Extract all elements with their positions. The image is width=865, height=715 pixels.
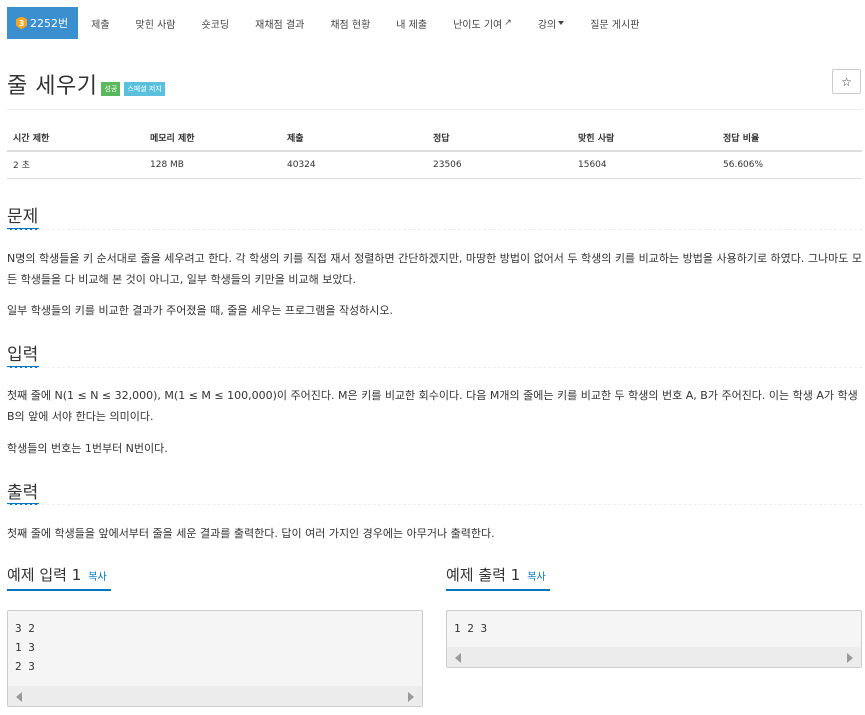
favorite-star-button[interactable]: ☆ (832, 69, 861, 94)
horizontal-scrollbar[interactable] (8, 686, 422, 706)
description-paragraph: 일부 학생들의 키를 비교한 결과가 주어졌을 때, 줄을 세우는 프로그램을 … (7, 304, 394, 317)
header-memory-limit: 메모리 제한 (144, 124, 281, 152)
sample-output-title: 예제 출력 1 (446, 566, 521, 584)
table-row: 2 초 128 MB 40324 23506 15604 56.606% (7, 151, 862, 179)
nav-submit[interactable]: 제출 (78, 7, 122, 39)
tier-icon: 3 (16, 16, 27, 30)
sample-output-heading: 예제 출력 1 복사 (446, 564, 546, 585)
section-underline (7, 589, 111, 591)
nav-status[interactable]: 채점 현황 (317, 7, 383, 39)
sample-input-content: 3 2 1 3 2 3 (15, 622, 35, 673)
cell-memory-limit: 128 MB (144, 151, 281, 179)
status-badge-success: 성공 (101, 82, 121, 96)
scroll-left-icon[interactable] (455, 653, 461, 663)
nav-rejudge-results[interactable]: 재채점 결과 (242, 7, 317, 39)
status-badge-special-judge: 스페셜 저지 (124, 82, 165, 96)
copy-sample-input-link[interactable]: 복사 (88, 568, 106, 583)
output-paragraph: 첫째 줄에 학생들을 앞에서부터 줄을 세운 결과를 출력한다. 답이 여러 가… (7, 527, 495, 540)
cell-accepted: 23506 (427, 151, 572, 179)
scroll-right-icon[interactable] (408, 692, 414, 702)
header-accepted: 정답 (427, 124, 572, 152)
sample-input-heading: 예제 입력 1 복사 (7, 564, 107, 585)
table-header-row: 시간 제한 메모리 제한 제출 정답 맞힌 사람 정답 비율 (7, 124, 862, 152)
page-title: 줄 세우기 (7, 74, 98, 99)
section-divider (7, 229, 862, 230)
input-paragraph: 학생들의 번호는 1번부터 N번이다. (7, 442, 168, 455)
input-paragraph: 첫째 줄에 N(1 ≤ N ≤ 32,000), M(1 ≤ M ≤ 100,0… (7, 389, 858, 423)
problem-info-table: 시간 제한 메모리 제한 제출 정답 맞힌 사람 정답 비율 2 초 128 M… (7, 124, 862, 179)
divider (7, 109, 862, 110)
header-accuracy: 정답 비율 (717, 124, 862, 152)
section-underline (446, 589, 550, 591)
nav-solved-users[interactable]: 맞힌 사람 (123, 7, 189, 39)
nav-my-submissions[interactable]: 내 제출 (383, 7, 440, 39)
problem-nav: 3 2252번 제출 맞힌 사람 숏코딩 재채점 결과 채점 현황 내 제출 난… (0, 0, 865, 46)
nav-problem-label: 2252번 (30, 17, 69, 30)
cell-time-limit: 2 초 (7, 151, 144, 179)
external-link-icon: ↗ (504, 18, 512, 28)
sample-output-box[interactable]: 1 2 3 (446, 610, 862, 668)
nav-difficulty-contribution[interactable]: 난이도 기여 ↗ (440, 7, 525, 39)
copy-sample-output-link[interactable]: 복사 (527, 568, 545, 583)
nav-short-coding[interactable]: 숏코딩 (189, 7, 243, 39)
nav-difficulty-label: 난이도 기여 (453, 19, 503, 31)
header-solved-users: 맞힌 사람 (572, 124, 717, 152)
section-heading-output: 출력 (7, 483, 39, 503)
header-submissions: 제출 (281, 124, 427, 152)
sample-input-box[interactable]: 3 2 1 3 2 3 (7, 610, 423, 707)
cell-solved-users: 15604 (572, 151, 717, 179)
horizontal-scrollbar[interactable] (447, 647, 861, 667)
section-heading-input: 입력 (7, 345, 39, 365)
section-heading-description: 문제 (7, 207, 39, 227)
section-divider (7, 504, 862, 505)
header-time-limit: 시간 제한 (7, 124, 144, 152)
scroll-left-icon[interactable] (16, 692, 22, 702)
description-paragraph: N명의 학생들을 키 순서대로 줄을 세우려고 한다. 각 학생의 키를 직접 … (7, 252, 863, 286)
cell-submissions: 40324 (281, 151, 427, 179)
problem-header: 줄 세우기 성공 스페셜 저지 (7, 68, 165, 100)
star-icon: ☆ (841, 74, 852, 89)
nav-lectures-dropdown[interactable]: 강의 (525, 7, 577, 39)
scroll-right-icon[interactable] (847, 653, 853, 663)
nav-lectures-label: 강의 (537, 19, 557, 31)
nav-question-board[interactable]: 질문 게시판 (577, 7, 652, 39)
sample-output-content: 1 2 3 (454, 622, 488, 635)
sample-input-title: 예제 입력 1 (7, 566, 82, 584)
section-divider (7, 367, 862, 368)
cell-accuracy: 56.606% (717, 151, 862, 179)
caret-down-icon (558, 21, 565, 25)
nav-problem-number[interactable]: 3 2252번 (7, 7, 79, 39)
